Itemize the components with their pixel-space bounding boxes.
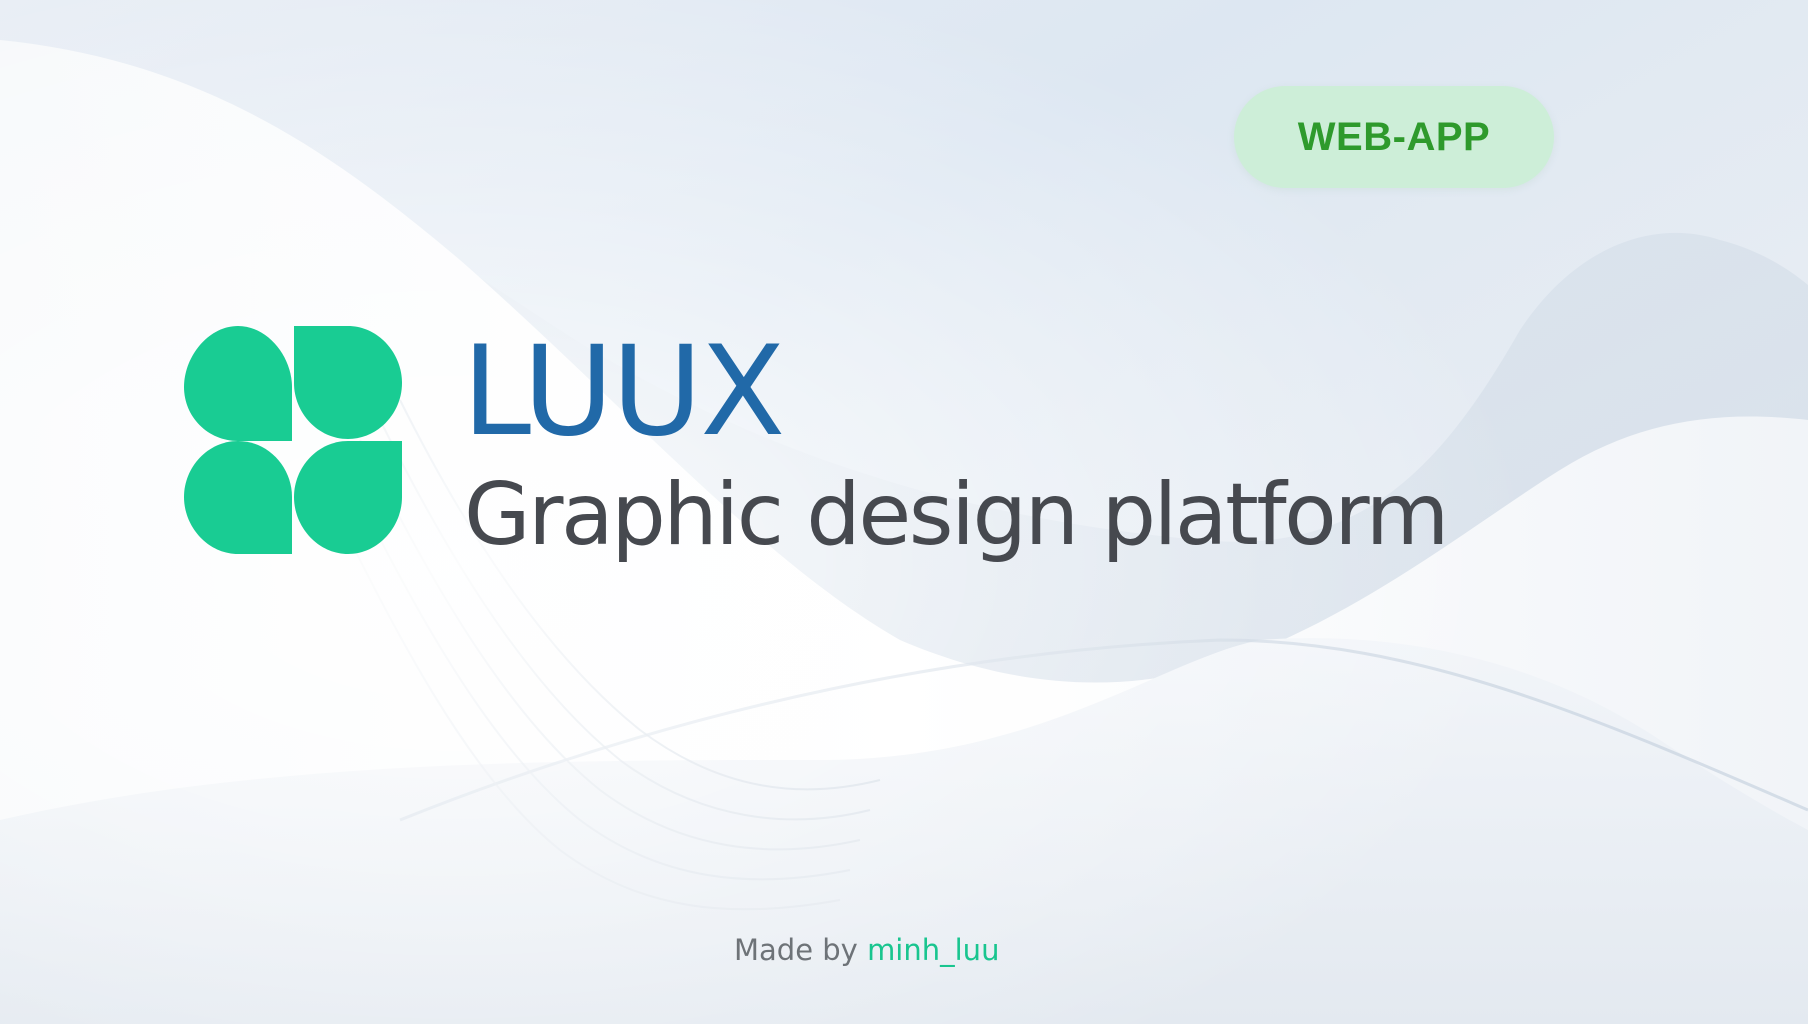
brand-name: LUUX [462,320,785,464]
badge-label: WEB-APP [1297,114,1491,159]
logo-petal-bottom-left [184,441,292,554]
logo-petal-top-left [184,326,292,441]
logo-petal-top-right [294,326,402,439]
four-leaf-clover-icon [184,326,402,554]
tagline: Graphic design platform [464,465,1449,565]
logo-petal-bottom-right [294,441,402,554]
credit-line: Made by minh_luu [734,936,999,965]
credit-author-link[interactable]: minh_luu [867,933,999,967]
web-app-badge: WEB-APP [1234,86,1554,188]
credit-prefix: Made by [734,933,858,967]
